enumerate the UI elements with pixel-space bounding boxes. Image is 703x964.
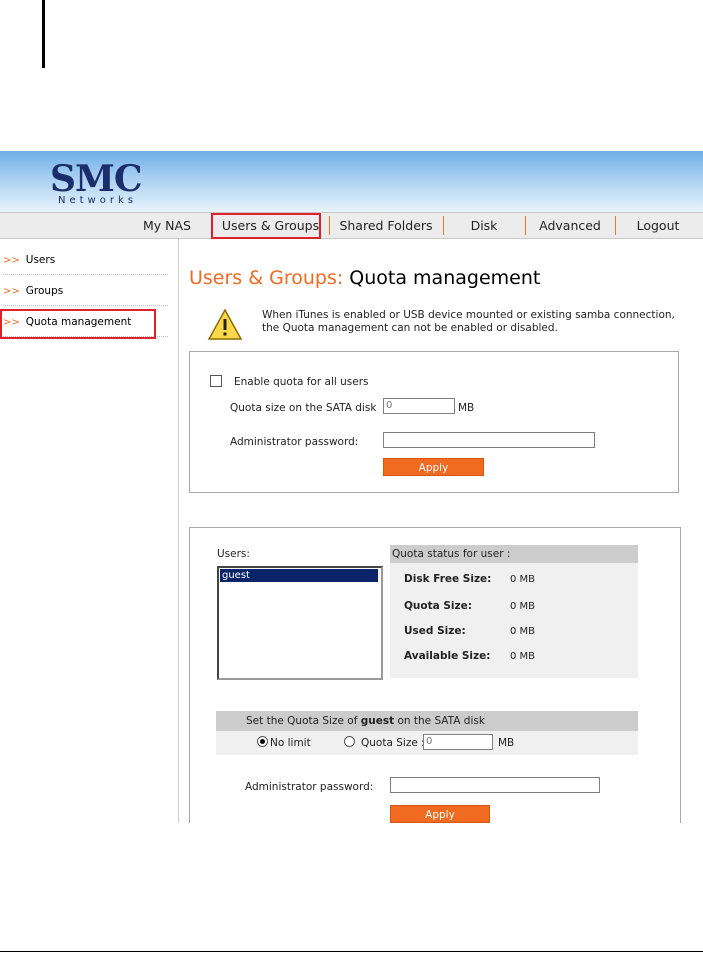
- user-admin-password-label: Administrator password:: [245, 781, 374, 793]
- logo-brand: SMC: [50, 158, 142, 200]
- quota-all-users-panel: Enable quota for all users Quota size on…: [189, 351, 679, 493]
- header-banner: SMC Networks: [0, 151, 703, 212]
- no-limit-radio[interactable]: [257, 736, 268, 747]
- quota-size-option-label: Quota Size :: [361, 737, 425, 749]
- admin-password-label: Administrator password:: [230, 436, 359, 448]
- quota-size-stat-value: 0 MB: [510, 601, 536, 612]
- warning-icon: [207, 308, 243, 340]
- list-item[interactable]: guest: [220, 569, 378, 582]
- sidebar-item-groups[interactable]: >> Groups: [3, 281, 168, 306]
- page-title: Users & Groups: Quota management: [189, 267, 540, 289]
- document-bottom-rule: [0, 951, 703, 952]
- used-size-label: Used Size:: [404, 625, 466, 637]
- quota-status-header: Quota status for user :: [390, 545, 638, 563]
- quota-size-input[interactable]: 0: [383, 398, 455, 414]
- no-limit-label: No limit: [270, 737, 311, 749]
- quota-size-stat-label: Quota Size:: [404, 600, 472, 612]
- sidebar-item-users[interactable]: >> Users: [3, 250, 168, 275]
- sidebar-highlight-box: [0, 309, 156, 339]
- enable-quota-label: Enable quota for all users: [234, 376, 369, 388]
- sidebar-item-label: Users: [25, 254, 56, 266]
- nas-screenshot: SMC Networks My NAS Users & Groups Share…: [0, 151, 703, 823]
- set-quota-header: Set the Quota Size of guest on the SATA …: [216, 711, 638, 731]
- nav-highlight-box: [211, 213, 321, 239]
- user-quota-unit: MB: [498, 737, 515, 749]
- users-listbox[interactable]: guest: [217, 566, 383, 680]
- chevron-right-icon: >>: [3, 255, 20, 266]
- user-quota-panel: Users: guest Quota status for user : Dis…: [189, 527, 681, 823]
- page-heading: Quota management: [349, 267, 541, 289]
- smc-logo: SMC Networks: [50, 159, 160, 207]
- warning-message: When iTunes is enabled or USB device mou…: [262, 309, 675, 334]
- top-nav: My NAS Users & Groups Shared Folders Dis…: [0, 212, 703, 239]
- set-quota-options: No limit Quota Size : 0 MB: [216, 731, 638, 755]
- disk-free-label: Disk Free Size:: [404, 573, 492, 585]
- user-admin-password-field[interactable]: [390, 777, 600, 793]
- quota-size-label: Quota size on the SATA disk: [230, 402, 377, 414]
- nav-shared-folders[interactable]: Shared Folders: [330, 213, 442, 238]
- user-apply-button[interactable]: Apply: [390, 805, 490, 823]
- nav-logout[interactable]: Logout: [616, 213, 700, 238]
- nav-disk[interactable]: Disk: [444, 213, 524, 238]
- document-margin-line: [42, 0, 45, 68]
- set-quota-prefix: Set the Quota Size of: [246, 715, 361, 727]
- users-label: Users:: [217, 548, 250, 560]
- user-quota-size-input[interactable]: 0: [423, 734, 493, 750]
- used-size-value: 0 MB: [510, 626, 536, 637]
- chevron-right-icon: >>: [3, 286, 20, 297]
- sidebar-item-label: Groups: [25, 285, 64, 297]
- set-quota-suffix: on the SATA disk: [394, 715, 485, 727]
- apply-button[interactable]: Apply: [383, 458, 484, 476]
- available-size-value: 0 MB: [510, 651, 536, 662]
- quota-size-unit: MB: [458, 402, 475, 414]
- page-section: Users & Groups:: [189, 267, 344, 289]
- quota-status-box: Quota status for user : Disk Free Size: …: [390, 545, 638, 678]
- set-quota-user: guest: [360, 715, 395, 727]
- nav-my-nas[interactable]: My NAS: [135, 213, 199, 238]
- available-size-label: Available Size:: [404, 650, 491, 662]
- disk-free-value: 0 MB: [510, 574, 536, 585]
- nav-advanced[interactable]: Advanced: [526, 213, 614, 238]
- quota-size-radio[interactable]: [344, 736, 355, 747]
- enable-quota-checkbox[interactable]: [210, 375, 222, 387]
- logo-subtitle: Networks: [58, 195, 137, 206]
- admin-password-field[interactable]: [383, 432, 595, 448]
